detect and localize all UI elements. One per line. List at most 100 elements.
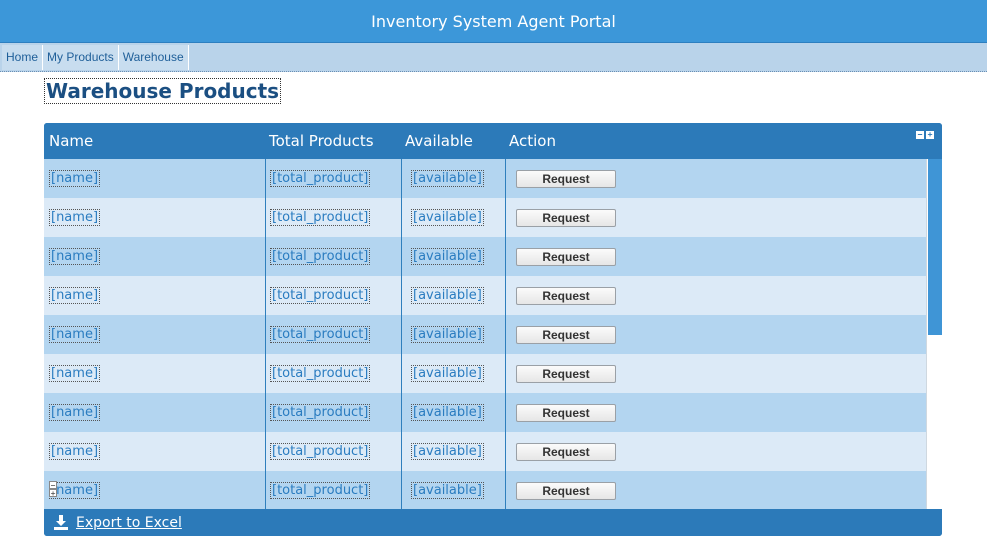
available-cell: [available] [411,159,484,198]
export-to-excel-link[interactable]: Export to Excel [54,515,182,531]
name-cell: [name] [49,354,101,393]
available-cell: [available] [411,393,484,432]
request-button[interactable]: Request [516,442,616,461]
total-products-value: [total_product] [270,482,371,499]
request-button[interactable]: Request [516,481,616,500]
name-value: [name] [49,326,101,343]
total-products-cell: [total_product] [270,276,371,315]
table-row: [name] [total_product] [available] Request [44,237,926,276]
request-button[interactable]: Request [516,286,616,305]
column-divider [401,237,402,276]
available-value: [available] [411,326,484,343]
available-cell: [available] [411,237,484,276]
request-button[interactable]: Request [516,247,616,266]
table-row: [name] [total_product] [available] Request [44,393,926,432]
column-divider [265,432,266,471]
available-value: [available] [411,404,484,421]
nav-item-my-products[interactable]: My Products [43,44,119,70]
grid-header: Name Total Products Available Action − + [44,123,942,159]
action-cell: Request [516,471,616,509]
page-title: Warehouse Products [44,78,282,104]
grid-scrollbar[interactable] [926,159,942,509]
total-products-value: [total_product] [270,170,371,187]
table-row: [name] [total_product] [available] Request [44,159,926,198]
total-products-value: [total_product] [270,404,371,421]
app-header: Inventory System Agent Portal [0,0,987,43]
total-products-value: [total_product] [270,287,371,304]
table-row: [name] [total_product] [available] Request [44,276,926,315]
action-cell: Request [516,432,616,471]
grid-rows: [name] [total_product] [available] Request[… [44,159,926,509]
name-value: [name] [49,404,101,421]
column-divider [401,354,402,393]
app-title: Inventory System Agent Portal [371,11,616,31]
grid-controls: − + [916,131,934,139]
nav-item-home[interactable]: Home [2,44,44,70]
column-divider [265,159,266,198]
nav-item-warehouse[interactable]: Warehouse [118,44,189,70]
total-products-cell: [total_product] [270,432,371,471]
column-header-action[interactable]: Action [509,132,556,150]
total-products-cell: [total_product] [270,315,371,354]
total-products-cell: [total_product] [270,159,371,198]
available-value: [available] [411,209,484,226]
row-expand-icon[interactable]: + [49,489,57,498]
name-value: [name] [49,443,101,460]
request-button[interactable]: Request [516,403,616,422]
column-divider [505,471,506,509]
name-value: [name] [49,209,101,226]
name-cell: [name] [49,276,101,315]
name-cell: [name] [49,198,101,237]
collapse-icon[interactable]: − [916,131,924,139]
name-value: [name] [49,248,101,265]
request-button[interactable]: Request [516,364,616,383]
column-divider [505,393,506,432]
column-divider [401,471,402,509]
column-divider [265,315,266,354]
name-cell: [name] [49,315,101,354]
total-products-cell: [total_product] [270,237,371,276]
total-products-value: [total_product] [270,326,371,343]
available-cell: [available] [411,471,484,509]
name-cell: [name] [49,237,101,276]
total-products-cell: [total_product] [270,471,371,509]
table-row: [name] [total_product] [available] Request [44,315,926,354]
row-collapse-icon[interactable]: − [49,481,57,490]
available-value: [available] [411,248,484,265]
total-products-cell: [total_product] [270,393,371,432]
available-cell: [available] [411,276,484,315]
column-divider [401,315,402,354]
total-products-cell: [total_product] [270,354,371,393]
request-button[interactable]: Request [516,325,616,344]
column-divider [401,393,402,432]
name-cell: [name] [49,159,101,198]
column-divider [505,432,506,471]
nav-bar: Home My Products Warehouse [0,43,987,72]
available-value: [available] [411,170,484,187]
expand-icon[interactable]: + [926,131,934,139]
request-button[interactable]: Request [516,208,616,227]
scrollbar-thumb[interactable] [928,159,942,335]
column-divider [265,237,266,276]
action-cell: Request [516,393,616,432]
table-row: [name] [total_product] [available] Request [44,354,926,393]
available-value: [available] [411,482,484,499]
available-value: [available] [411,287,484,304]
available-cell: [available] [411,315,484,354]
download-icon [54,515,68,530]
column-divider [265,393,266,432]
action-cell: Request [516,354,616,393]
column-header-name[interactable]: Name [49,132,93,150]
available-cell: [available] [411,198,484,237]
total-products-value: [total_product] [270,365,371,382]
column-header-total-products[interactable]: Total Products [269,132,374,150]
action-cell: Request [516,315,616,354]
products-grid: Name Total Products Available Action − +… [44,123,942,536]
action-cell: Request [516,237,616,276]
column-header-available[interactable]: Available [405,132,473,150]
row-expand-controls: − + [49,481,57,498]
request-button[interactable]: Request [516,169,616,188]
name-cell: [name] [49,432,101,471]
export-label: Export to Excel [76,514,182,531]
grid-footer: Export to Excel [44,509,942,536]
